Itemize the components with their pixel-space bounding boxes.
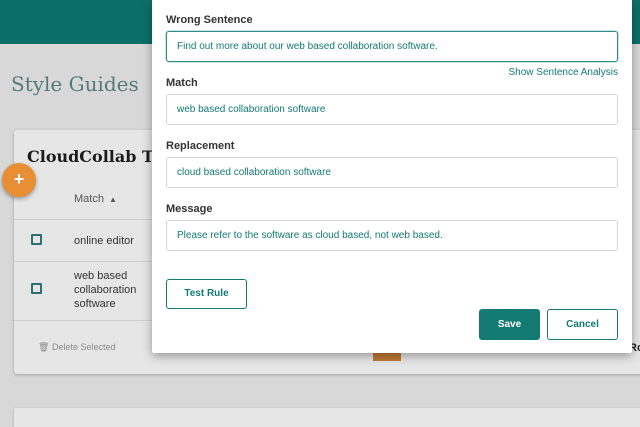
- trash-icon: 🗑: [38, 342, 50, 352]
- page-title: Style Guides: [11, 72, 139, 96]
- replacement-input[interactable]: cloud based collaboration software: [166, 157, 618, 188]
- delete-selected-button[interactable]: 🗑 Delete Selected: [38, 342, 116, 353]
- sort-ascending-icon: ▲: [108, 195, 117, 204]
- column-header-match[interactable]: Match ▲: [74, 193, 117, 205]
- table-header-divider: [14, 219, 154, 220]
- add-rule-button[interactable]: +: [2, 163, 36, 197]
- table-row-match: online editor: [74, 235, 134, 247]
- plus-icon: +: [13, 169, 25, 189]
- save-button[interactable]: Save: [479, 309, 540, 340]
- cancel-button[interactable]: Cancel: [547, 309, 618, 340]
- edit-rule-dialog: Wrong Sentence Find out more about our w…: [152, 0, 632, 353]
- row-checkbox-1[interactable]: [31, 234, 42, 245]
- table-row-divider: [14, 320, 154, 321]
- orange-button-edge[interactable]: [373, 352, 401, 361]
- row-checkbox-2[interactable]: [31, 283, 42, 294]
- table-row-match: web based collaboration software: [74, 270, 137, 310]
- show-sentence-analysis-link[interactable]: Show Sentence Analysis: [508, 67, 618, 78]
- wrong-sentence-label: Wrong Sentence: [166, 14, 253, 26]
- message-input[interactable]: Please refer to the software as cloud ba…: [166, 220, 618, 251]
- replacement-label: Replacement: [166, 140, 235, 152]
- secondary-card: [14, 408, 640, 427]
- card-title: CloudCollab Tea: [27, 147, 173, 166]
- test-rule-button[interactable]: Test Rule: [166, 279, 247, 309]
- match-label: Match: [166, 77, 198, 89]
- message-label: Message: [166, 203, 213, 215]
- match-input[interactable]: web based collaboration software: [166, 94, 618, 125]
- wrong-sentence-input[interactable]: Find out more about our web based collab…: [166, 31, 618, 62]
- table-row-divider: [14, 261, 154, 262]
